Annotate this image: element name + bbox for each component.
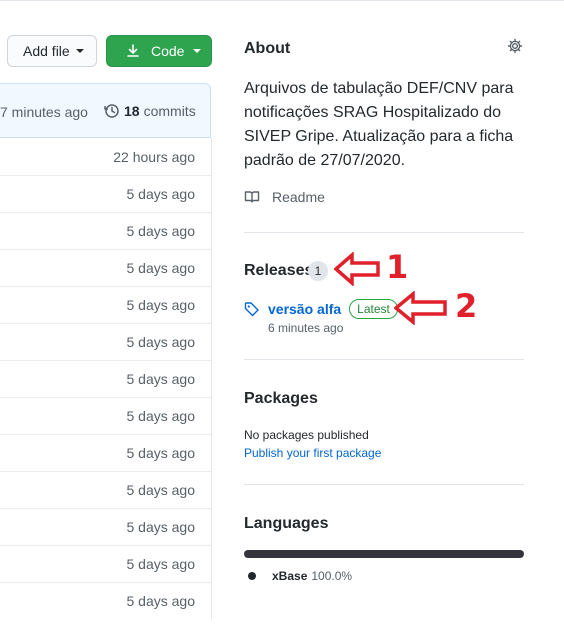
- file-row[interactable]: 5 days ago: [0, 249, 211, 286]
- commits-link[interactable]: 18 commits: [104, 103, 196, 119]
- add-file-button[interactable]: Add file: [7, 35, 97, 67]
- file-row[interactable]: 22 hours ago: [0, 138, 211, 175]
- publish-package-link[interactable]: Publish your first package: [244, 446, 381, 460]
- chevron-down-icon: [193, 49, 202, 53]
- code-label: Code: [151, 43, 185, 59]
- repo-description: Arquivos de tabulação DEF/CNV para notif…: [244, 80, 514, 169]
- book-icon: [244, 191, 260, 203]
- latest-badge: Latest: [349, 299, 398, 319]
- file-row[interactable]: 5 days ago: [0, 434, 211, 471]
- file-row[interactable]: 5 days ago: [0, 508, 211, 545]
- tag-icon: [244, 302, 259, 317]
- file-time: 5 days ago: [126, 445, 196, 461]
- file-list: 22 hours ago 5 days ago 5 days ago 5 day…: [0, 138, 212, 619]
- languages-heading: Languages: [244, 515, 329, 532]
- file-row[interactable]: 5 days ago: [0, 212, 211, 249]
- chevron-down-icon: [75, 49, 84, 53]
- release-name[interactable]: versão alfa: [268, 301, 341, 317]
- gear-icon[interactable]: [507, 38, 523, 54]
- latest-commit-bar: 7 minutes ago 18 commits: [0, 83, 211, 138]
- readme-label: Readme: [272, 189, 325, 205]
- add-file-label: Add file: [23, 43, 70, 59]
- annotation-arrow-icon: [394, 291, 447, 325]
- no-packages-text: No packages published: [244, 428, 369, 442]
- release-time: 6 minutes ago: [268, 321, 344, 335]
- commit-time: 7 minutes ago: [0, 104, 88, 120]
- file-time: 5 days ago: [126, 556, 196, 572]
- annotation-arrow-icon: [334, 252, 380, 286]
- divider: [244, 232, 524, 233]
- file-time: 22 hours ago: [113, 148, 195, 165]
- code-button[interactable]: Code: [106, 35, 212, 67]
- file-time: 5 days ago: [126, 260, 196, 276]
- file-row[interactable]: 5 days ago: [0, 286, 211, 323]
- divider: [244, 484, 524, 485]
- language-color-dot: [248, 572, 256, 580]
- divider: [244, 359, 524, 360]
- latest-release[interactable]: versão alfa Latest: [244, 299, 398, 319]
- language-item[interactable]: xBase 100.0%: [248, 569, 352, 583]
- annotation-number: 1: [386, 248, 409, 286]
- commit-count: 18: [124, 103, 140, 119]
- language-percent: 100.0%: [311, 569, 353, 583]
- commits-label: commits: [143, 103, 196, 119]
- file-time: 5 days ago: [126, 186, 196, 202]
- history-icon: [104, 104, 119, 118]
- releases-count-badge: 1: [308, 261, 328, 281]
- download-icon: [127, 44, 139, 57]
- file-row[interactable]: 5 days ago: [0, 471, 211, 508]
- file-row[interactable]: 5 days ago: [0, 175, 211, 212]
- annotation-number: 2: [455, 287, 478, 325]
- language-name: xBase: [272, 569, 308, 583]
- file-time: 5 days ago: [126, 408, 196, 424]
- file-row[interactable]: 5 days ago: [0, 360, 211, 397]
- file-time: 5 days ago: [126, 371, 196, 387]
- top-divider: [0, 0, 564, 1]
- file-time: 5 days ago: [126, 223, 196, 239]
- file-row[interactable]: 5 days ago: [0, 545, 211, 582]
- file-time: 5 days ago: [126, 593, 196, 609]
- file-time: 5 days ago: [126, 334, 196, 350]
- file-time: 5 days ago: [126, 482, 196, 498]
- packages-heading[interactable]: Packages: [244, 390, 318, 408]
- file-row[interactable]: 5 days ago: [0, 582, 211, 619]
- file-time: 5 days ago: [126, 519, 196, 535]
- file-row[interactable]: 5 days ago: [0, 323, 211, 360]
- language-bar: [244, 550, 524, 558]
- releases-heading[interactable]: Releases: [244, 262, 313, 280]
- file-row[interactable]: 5 days ago: [0, 397, 211, 434]
- file-time: 5 days ago: [126, 297, 196, 313]
- about-heading: About: [244, 40, 291, 57]
- readme-link[interactable]: Readme: [244, 189, 325, 205]
